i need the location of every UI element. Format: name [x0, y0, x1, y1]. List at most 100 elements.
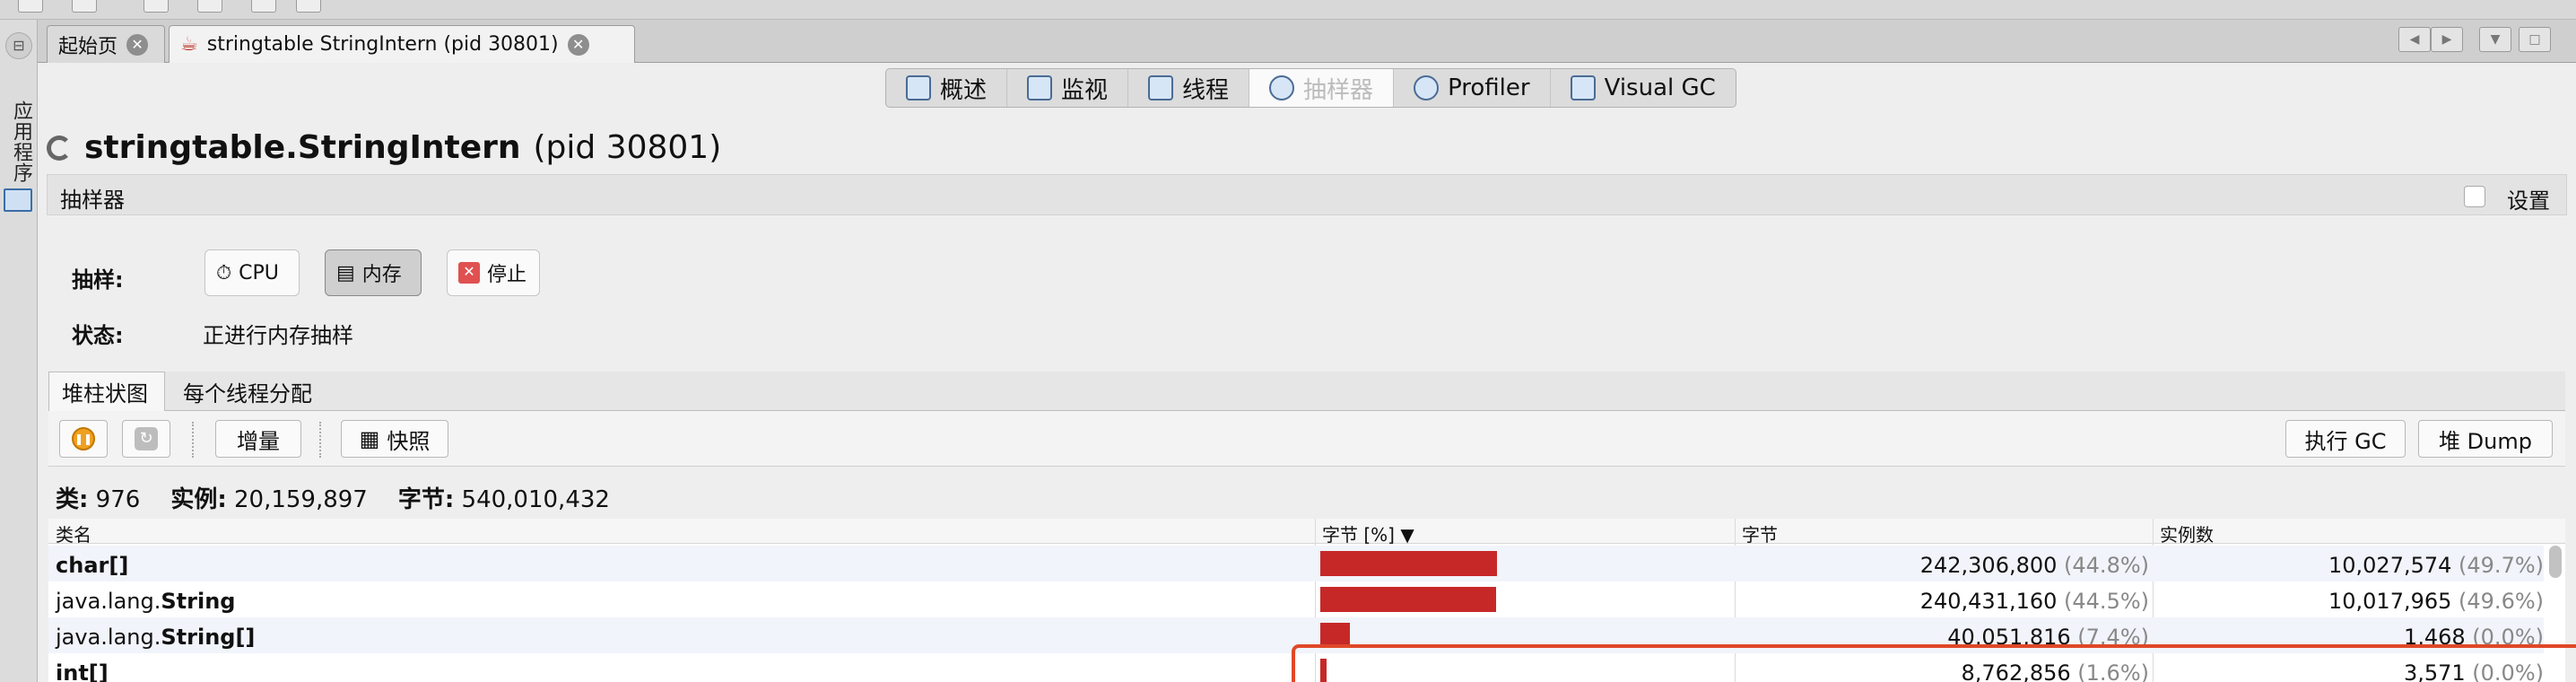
classes-summary: 类: 976: [56, 481, 140, 514]
sampler-header-label: 抽样器: [60, 188, 125, 213]
toolbar-icon[interactable]: [197, 0, 222, 13]
scroll-right-icon[interactable]: ▶: [2431, 27, 2463, 52]
tab-per-thread-allocation[interactable]: 每个线程分配: [170, 372, 325, 411]
class-package: java.lang.: [56, 625, 161, 650]
vertical-scrollbar[interactable]: [2549, 546, 2562, 578]
bytes-cell: 242,306,800 (44.8%): [1920, 553, 2149, 578]
instances-label: 实例:: [170, 486, 227, 513]
highlight-annotation: [1292, 644, 2576, 682]
tab-label: 堆柱状图: [62, 381, 148, 407]
bytes-value: 540,010,432: [461, 486, 610, 513]
close-icon[interactable]: ✕: [126, 33, 149, 56]
overview-icon: [906, 75, 931, 101]
profiler-icon: [1414, 75, 1440, 101]
left-rail: ⊟ 应用程序: [0, 20, 38, 682]
tab-visual-gc[interactable]: Visual GC: [1551, 69, 1736, 107]
sample-label: 抽样:: [72, 267, 124, 293]
class-name-cell: char[]: [56, 553, 128, 578]
column-bytes[interactable]: 字节: [1742, 520, 1778, 546]
perform-gc-button[interactable]: 执行 GC: [2285, 420, 2406, 458]
summary-line: 类: 976 实例: 20,159,897 字节: 540,010,432: [56, 481, 610, 514]
threads-icon: [1148, 75, 1174, 101]
class-name-cell: java.lang.String: [56, 589, 235, 614]
instances-value: 10,017,965: [2328, 589, 2459, 614]
process-pid: (pid 30801): [533, 129, 722, 166]
scroll-left-icon[interactable]: ◀: [2398, 27, 2431, 52]
classes-value: 976: [95, 486, 141, 513]
monitor-icon[interactable]: [4, 188, 32, 212]
cpu-sample-button[interactable]: ⏱ CPU: [205, 249, 300, 296]
visual-gc-icon: [1570, 75, 1596, 101]
sampler-icon: [1269, 75, 1295, 101]
bytes-value: 242,306,800: [1919, 553, 2065, 578]
save-icon[interactable]: [18, 0, 43, 13]
class-name-cell: int[]: [56, 660, 109, 682]
toolbar-icon[interactable]: [296, 0, 321, 13]
view-label: 线程: [1182, 76, 1230, 104]
app-window: ⊟ 应用程序 起始页 ✕ ☕ stringtable StringIntern …: [0, 0, 2576, 682]
class-simple-name: String[]: [161, 625, 256, 650]
view-label: 概述: [940, 76, 988, 104]
toolbar-icon[interactable]: [144, 0, 169, 13]
tab-profiler[interactable]: Profiler: [1394, 69, 1551, 107]
sort-descending-icon: ▼: [1400, 524, 1414, 546]
java-icon: ☕: [180, 33, 198, 56]
classes-label: 类:: [56, 486, 89, 513]
settings-label[interactable]: 设置: [2507, 183, 2550, 214]
pause-button[interactable]: ❚❚: [59, 420, 108, 458]
settings-checkbox[interactable]: [2464, 186, 2485, 207]
button-label: 增量: [237, 428, 280, 454]
memory-sample-button[interactable]: ▤ 内存: [325, 249, 422, 296]
cpu-clock-icon: ⏱: [216, 261, 232, 284]
class-simple-name: int[]: [56, 660, 109, 682]
column-class-name[interactable]: 类名: [56, 520, 91, 546]
column-label: 字节 [%]: [1322, 524, 1395, 546]
heap-dump-button[interactable]: 堆 Dump: [2418, 420, 2553, 458]
table-header: 类名 字节 [%] ▼ 字节 实例数: [48, 519, 2565, 546]
toolbar-separator: [192, 422, 194, 458]
stop-sample-button[interactable]: ✕ 停止: [447, 249, 540, 296]
instances-percent: (49.7%): [2459, 553, 2544, 578]
class-simple-name: char[]: [56, 553, 129, 578]
main-panel: 概述 监视 线程 抽样器 Profiler Visual GC stringta…: [38, 63, 2576, 682]
results-tabs: 堆柱状图 每个线程分配: [48, 372, 2565, 411]
loading-spinner-icon: [47, 135, 72, 161]
table-row[interactable]: java.lang.String 240,431,160 (44.5%) 10,01…: [48, 581, 2544, 617]
refresh-button[interactable]: ↻: [122, 420, 170, 458]
tab-label: stringtable StringIntern (pid 30801): [206, 33, 559, 56]
bytes-percent: (44.5%): [2064, 589, 2149, 614]
tab-list-icon[interactable]: ▼: [2479, 27, 2511, 52]
button-label: 停止: [487, 264, 527, 286]
column-instances[interactable]: 实例数: [2160, 520, 2214, 546]
process-name: stringtable.StringIntern: [84, 129, 521, 166]
bytes-label: 字节:: [397, 486, 455, 513]
tab-threads[interactable]: 线程: [1128, 69, 1250, 107]
delta-button[interactable]: 增量: [215, 420, 301, 458]
column-bytes-percent[interactable]: 字节 [%] ▼: [1322, 520, 1414, 546]
state-label: 状态:: [72, 323, 124, 348]
close-icon[interactable]: ✕: [567, 33, 589, 56]
instances-value: 10,027,574: [2328, 553, 2459, 578]
tab-label: 每个线程分配: [183, 380, 312, 407]
state-value: 正进行内存抽样: [203, 323, 353, 348]
sampler-header: 抽样器 设置: [47, 174, 2567, 215]
tab-stringintern[interactable]: ☕ stringtable StringIntern (pid 30801) ✕: [169, 25, 635, 63]
table-row[interactable]: char[] 242,306,800 (44.8%) 10,027,574 (49.…: [48, 546, 2544, 581]
tab-sampler[interactable]: 抽样器: [1249, 69, 1395, 107]
tab-overview[interactable]: 概述: [886, 69, 1008, 107]
applications-rail-label[interactable]: 应用程序: [3, 101, 35, 183]
button-label: CPU: [239, 261, 279, 284]
snapshot-icon: ▦: [359, 426, 380, 451]
bytes-percent: (44.8%): [2064, 553, 2149, 578]
snapshot-button[interactable]: ▦ 快照: [341, 420, 448, 458]
toolbar-icon[interactable]: [72, 0, 97, 13]
monitor-chart-icon: [1027, 75, 1053, 101]
minimize-icon[interactable]: ⊟: [5, 32, 32, 59]
tab-start-page[interactable]: 起始页 ✕: [47, 25, 165, 63]
maximize-icon[interactable]: □: [2519, 27, 2551, 52]
instances-value: 20,159,897: [233, 486, 368, 513]
tab-heap-histogram[interactable]: 堆柱状图: [48, 372, 165, 411]
toolbar-icon[interactable]: [251, 0, 276, 13]
view-label: 抽样器: [1303, 76, 1374, 104]
tab-monitor[interactable]: 监视: [1007, 69, 1129, 107]
